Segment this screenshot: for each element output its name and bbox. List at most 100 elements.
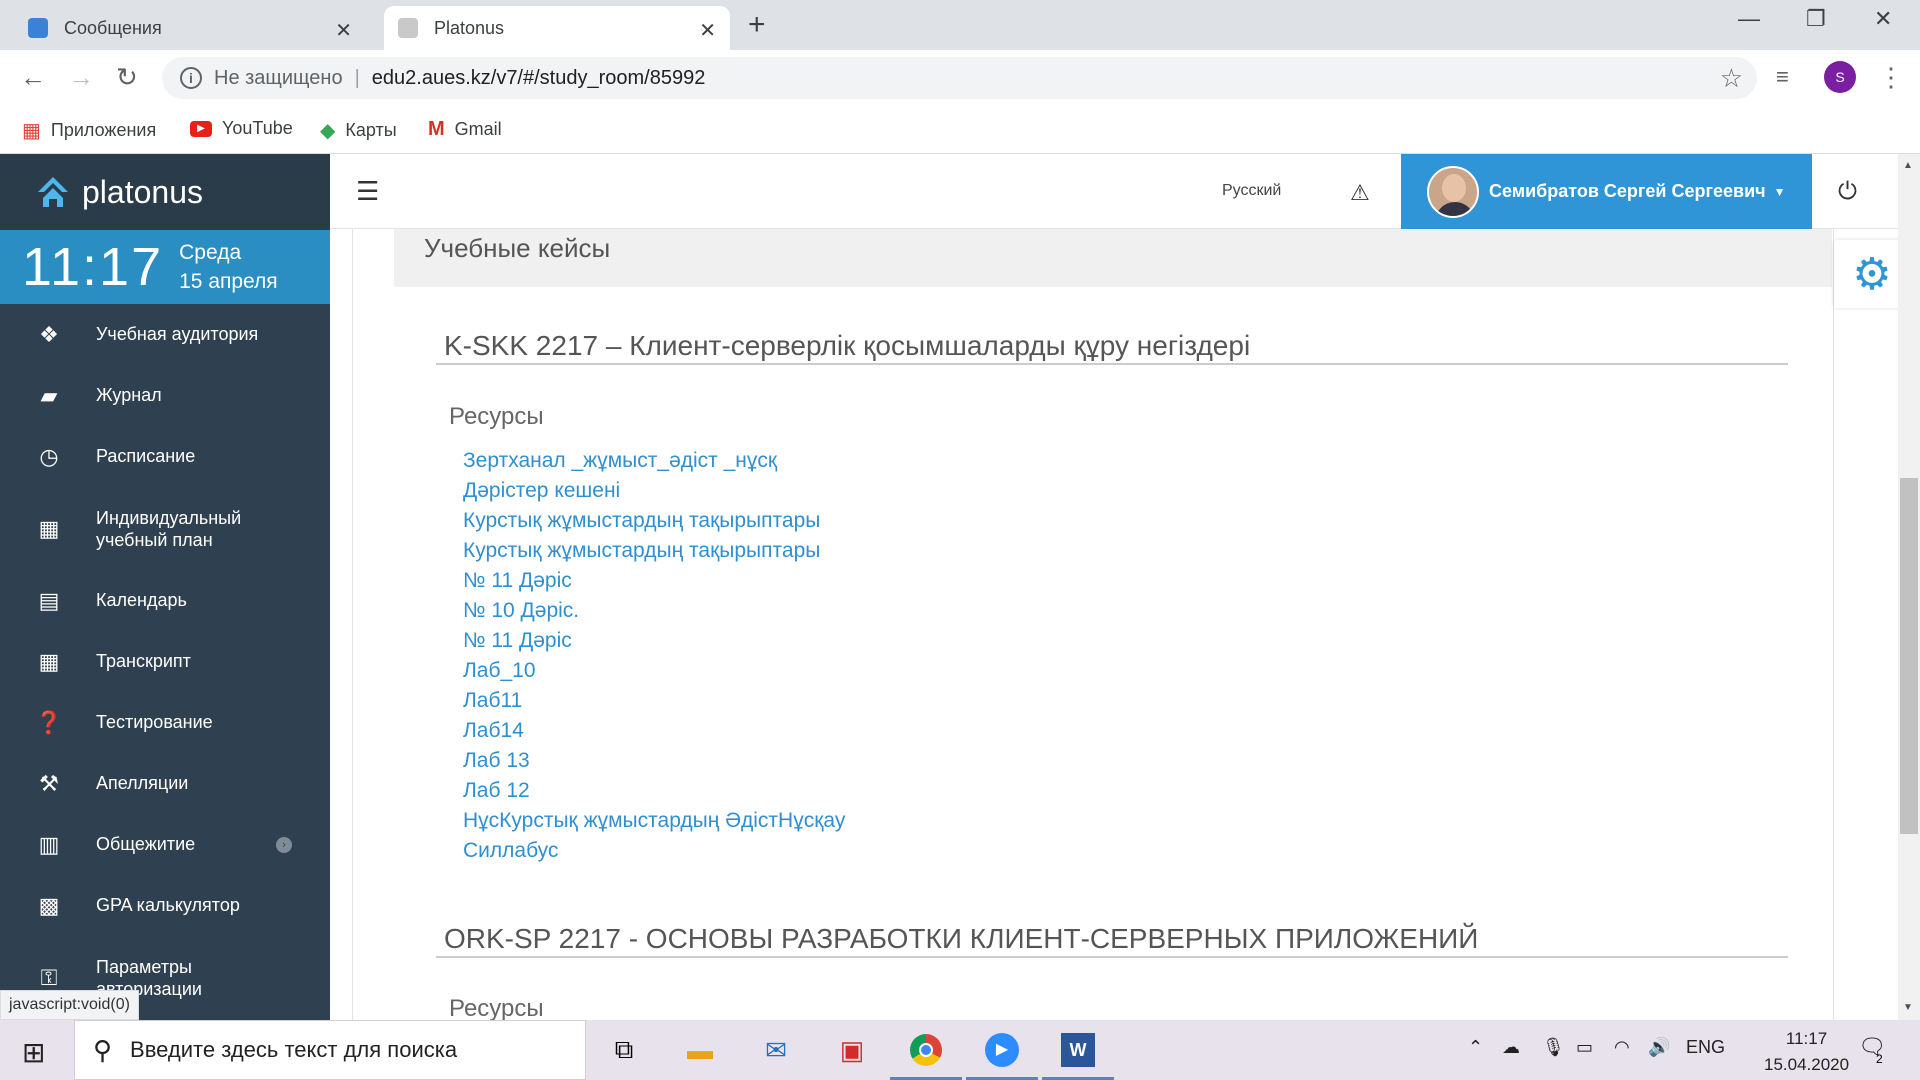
task-view-icon[interactable]: ⧉ <box>604 1030 644 1070</box>
media-icon[interactable]: ≡ <box>1776 64 1789 90</box>
bookmark-label: Приложения <box>50 120 157 140</box>
close-tab-icon[interactable]: ✕ <box>335 18 352 43</box>
tab-title: Сообщения <box>64 17 162 38</box>
divider <box>436 956 1788 958</box>
taskbar: ⊞ ⚲ Введите здесь текст для поиска ⧉ ▬ ✉… <box>0 1020 1920 1080</box>
word-icon[interactable]: W <box>1058 1030 1098 1070</box>
gavel-icon: ⚒ <box>39 770 59 796</box>
sidebar-item-journal[interactable]: ▰ Журнал <box>0 365 330 426</box>
clock-icon: ◷ <box>39 443 59 469</box>
info-icon[interactable]: i <box>180 67 202 89</box>
menu-dots-icon[interactable]: ⋮ <box>1878 62 1904 93</box>
new-tab-icon[interactable]: + <box>748 8 766 42</box>
close-tab-icon[interactable]: ✕ <box>699 18 716 43</box>
resource-link[interactable]: Курстық жұмыстардың тақырыптары <box>463 506 845 536</box>
grid-icon: ▦ <box>38 515 60 541</box>
minimize-icon[interactable]: — <box>1738 6 1760 32</box>
warning-icon[interactable]: ⚠ <box>1350 180 1370 206</box>
clock-date: Среда 15 апреля <box>179 238 278 296</box>
resource-link[interactable]: Зертханал _жұмыст_әдіст _нұсқ <box>463 446 845 476</box>
resource-link[interactable]: Дәрістер кешені <box>463 476 845 506</box>
resource-link[interactable]: Лаб11 <box>463 686 845 716</box>
show-hidden-icons-icon[interactable]: ⌃ <box>1468 1037 1483 1058</box>
user-menu[interactable]: Семибратов Сергей Сергеевич ▼ <box>1401 154 1812 229</box>
bookmark-star-icon[interactable]: ☆ <box>1720 63 1743 94</box>
bookmark-apps[interactable]: ▦ Приложения <box>22 118 156 143</box>
onedrive-icon[interactable]: ☁ <box>1502 1037 1520 1058</box>
sidebar-item-study-plan[interactable]: ▦ Индивидуальный учебный план <box>0 487 330 570</box>
windows-start-icon[interactable]: ⊞ <box>22 1036 45 1069</box>
scrollbar-thumb[interactable] <box>1900 478 1918 834</box>
volume-icon[interactable]: 🔊 <box>1648 1037 1670 1058</box>
divider <box>436 363 1788 365</box>
input-language[interactable]: ENG <box>1686 1037 1725 1058</box>
forward-icon[interactable]: → <box>68 62 94 93</box>
microphone-icon[interactable]: 🎙 <box>1542 1037 1565 1058</box>
wifi-icon[interactable]: ◠ <box>1614 1037 1630 1058</box>
resource-link[interactable]: Курстық жұмыстардың тақырыптары <box>463 536 845 566</box>
search-placeholder: Введите здесь текст для поиска <box>130 1037 458 1062</box>
taskbar-search[interactable]: ⚲ Введите здесь текст для поиска <box>74 1020 586 1080</box>
course-title: K-SKK 2217 – Клиент-серверлік қосымшалар… <box>444 330 1251 361</box>
course-title: ORK-SP 2217 - ОСНОВЫ РАЗРАБОТКИ КЛИЕНТ-С… <box>444 923 1479 954</box>
window-close-icon[interactable]: ✕ <box>1874 6 1892 32</box>
file-explorer-icon[interactable]: ▬ <box>680 1030 720 1070</box>
resource-link[interactable]: НұсКурстық жұмыстардың ӘдістНұсқау <box>463 806 845 836</box>
resource-link[interactable]: Силлабус <box>463 836 845 866</box>
status-bar: javascript:void(0) <box>0 990 139 1020</box>
building-icon: ▥ <box>38 831 60 857</box>
brand[interactable]: platonus <box>0 154 330 230</box>
avatar <box>1427 165 1479 218</box>
resource-link[interactable]: Лаб 13 <box>463 746 845 776</box>
resource-link[interactable]: № 11 Дәріс <box>463 626 845 656</box>
sidebar-item-appeals[interactable]: ⚒ Апелляции <box>0 753 330 814</box>
resource-link[interactable]: Лаб14 <box>463 716 845 746</box>
reload-icon[interactable]: ↻ <box>116 62 138 93</box>
sidebar-item-dormitory[interactable]: ▥ Общежитие › <box>0 814 330 875</box>
taskbar-clock[interactable]: 11:17 15.04.2020 <box>1764 1026 1849 1078</box>
sidebar-item-label: Апелляции <box>96 773 189 793</box>
gmail-icon: M <box>428 118 445 140</box>
bookmark-maps[interactable]: ◆ Карты <box>320 118 397 143</box>
sidebar-item-label: Индивидуальный учебный план <box>96 507 242 550</box>
gift-icon[interactable]: ▣ <box>832 1030 872 1070</box>
zoom-icon[interactable]: ▶ <box>982 1030 1022 1070</box>
page-icon <box>398 18 418 38</box>
restore-icon[interactable]: ❐ <box>1806 6 1826 32</box>
chrome-icon[interactable] <box>906 1030 946 1070</box>
key-icon: ⚿ <box>40 964 58 990</box>
sidebar-item-testing[interactable]: ❓ Тестирование <box>0 692 330 753</box>
bookmark-youtube[interactable]: ▶ YouTube <box>190 118 293 139</box>
scroll-up-icon[interactable]: ▲ <box>1903 160 1913 171</box>
tab-platonus[interactable]: Platonus ✕ <box>384 6 730 50</box>
resource-link[interactable]: № 11 Дәріс <box>463 566 845 596</box>
sidebar-item-calendar[interactable]: ▤ Календарь <box>0 570 330 631</box>
resource-link[interactable]: Лаб 12 <box>463 776 845 806</box>
sidebar-item-transcript[interactable]: ▦ Транскрипт <box>0 631 330 692</box>
sidebar-item-classroom[interactable]: ❖ Учебная аудитория <box>0 304 330 365</box>
resource-link[interactable]: Лаб_10 <box>463 656 845 686</box>
back-icon[interactable]: ← <box>20 62 46 93</box>
battery-icon[interactable]: ▭ <box>1576 1037 1593 1058</box>
profile-avatar[interactable]: S <box>1824 61 1856 93</box>
menu-toggle-icon[interactable]: ☰ <box>356 176 379 207</box>
clock-day: 15 апреля <box>179 270 278 293</box>
sidebar-item-gpa[interactable]: ▩ GPA калькулятор <box>0 875 330 936</box>
bookmark-gmail[interactable]: M Gmail <box>428 118 502 141</box>
language-selector[interactable]: Русский <box>1222 182 1281 200</box>
sidebar-item-schedule[interactable]: ◷ Расписание <box>0 426 330 487</box>
taskbar-time: 11:17 <box>1785 1029 1828 1048</box>
chevron-right-icon: › <box>276 836 292 853</box>
mail-icon[interactable]: ✉ <box>756 1030 796 1070</box>
tab-messages[interactable]: Сообщения ✕ <box>14 6 366 50</box>
browser-toolbar: ← → ↻ i Не защищено | edu2.aues.kz/v7/#/… <box>0 50 1920 106</box>
calculator-icon: ▩ <box>38 892 60 918</box>
logout-icon[interactable]: ⏻ <box>1838 178 1857 206</box>
address-bar[interactable]: i Не защищено | edu2.aues.kz/v7/#/study_… <box>162 57 1757 99</box>
resource-link[interactable]: № 10 Дәріс. <box>463 596 845 626</box>
table-icon: ▦ <box>38 648 60 674</box>
bookmark-label: Gmail <box>454 119 502 139</box>
url-text[interactable]: edu2.aues.kz/v7/#/study_room/85992 <box>372 67 706 90</box>
url-separator: | <box>354 66 360 89</box>
scroll-down-icon[interactable]: ▼ <box>1903 1002 1913 1013</box>
